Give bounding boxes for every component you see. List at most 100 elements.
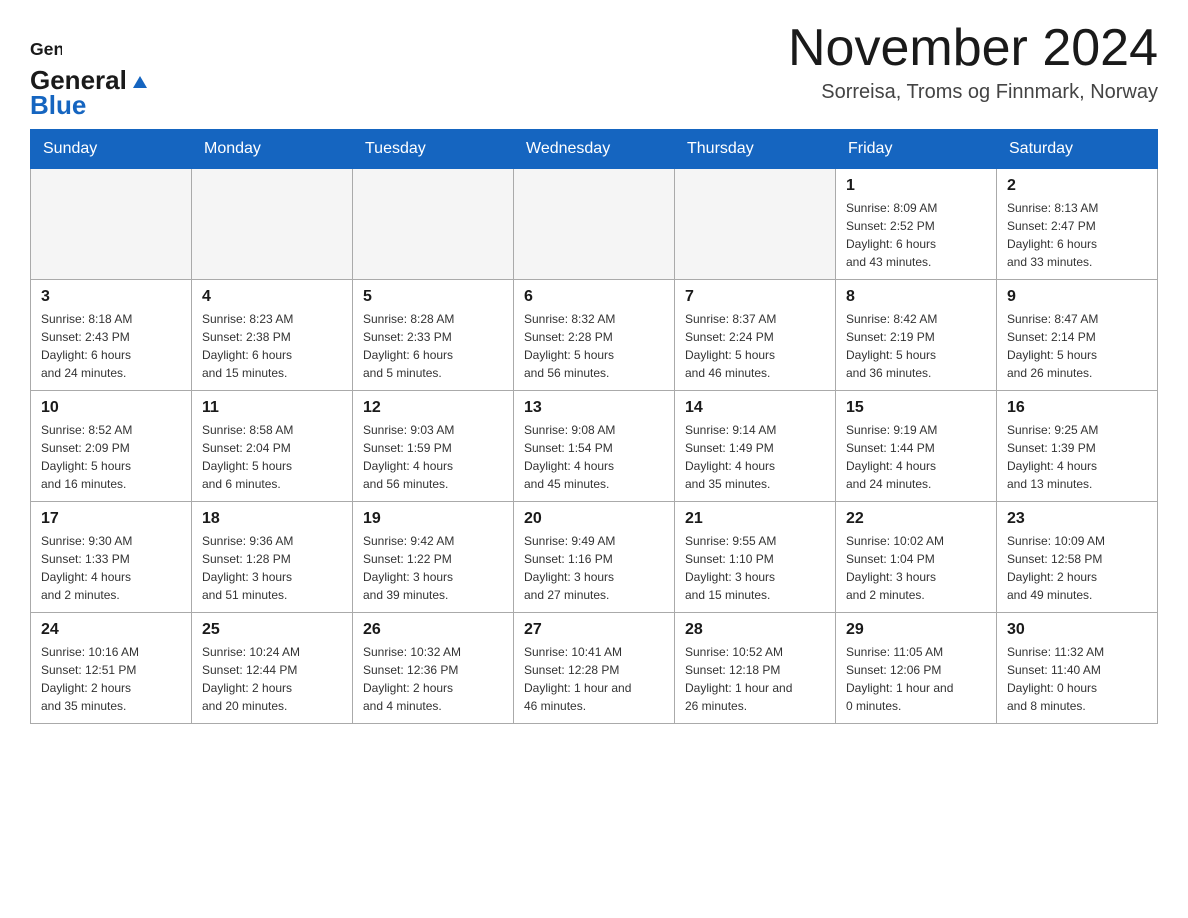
day-number: 28 (685, 621, 825, 639)
day-info: Sunrise: 10:32 AM Sunset: 12:36 PM Dayli… (363, 643, 503, 715)
calendar-cell (192, 169, 353, 280)
day-info: Sunrise: 8:32 AM Sunset: 2:28 PM Dayligh… (524, 310, 664, 382)
weekday-header-friday: Friday (836, 130, 997, 169)
logo-blue-text: Blue (30, 91, 149, 120)
day-number: 26 (363, 621, 503, 639)
day-number: 27 (524, 621, 664, 639)
calendar-cell: 28 Sunrise: 10:52 AM Sunset: 12:18 PM Day… (675, 613, 836, 724)
day-info: Sunrise: 9:30 AM Sunset: 1:33 PM Dayligh… (41, 532, 181, 604)
weekday-header-sunday: Sunday (31, 130, 192, 169)
calendar-cell: 23 Sunrise: 10:09 AM Sunset: 12:58 PM Day… (997, 502, 1158, 613)
calendar-cell: 19 Sunrise: 9:42 AM Sunset: 1:22 PM Dayli… (353, 502, 514, 613)
day-number: 19 (363, 510, 503, 528)
day-number: 29 (846, 621, 986, 639)
calendar-cell: 24 Sunrise: 10:16 AM Sunset: 12:51 PM Day… (31, 613, 192, 724)
location-subtitle: Sorreisa, Troms og Finnmark, Norway (788, 81, 1158, 104)
day-number: 18 (202, 510, 342, 528)
calendar-cell: 6Sunrise: 8:32 AM Sunset: 2:28 PM Daylig… (514, 280, 675, 391)
day-number: 24 (41, 621, 181, 639)
weekday-header-monday: Monday (192, 130, 353, 169)
day-info: Sunrise: 8:37 AM Sunset: 2:24 PM Dayligh… (685, 310, 825, 382)
title-area: November 2024 Sorreisa, Troms og Finnmar… (788, 20, 1158, 104)
week-row-5: 24 Sunrise: 10:16 AM Sunset: 12:51 PM Day… (31, 613, 1158, 724)
day-number: 30 (1007, 621, 1147, 639)
calendar-cell: 7 Sunrise: 8:37 AM Sunset: 2:24 PM Daylig… (675, 280, 836, 391)
calendar-cell: 17 Sunrise: 9:30 AM Sunset: 1:33 PM Dayli… (31, 502, 192, 613)
day-info: Sunrise: 9:19 AM Sunset: 1:44 PM Dayligh… (846, 421, 986, 493)
calendar-cell: 25 Sunrise: 10:24 AM Sunset: 12:44 PM Day… (192, 613, 353, 724)
day-info: Sunrise: 9:08 AM Sunset: 1:54 PM Dayligh… (524, 421, 664, 493)
calendar-cell: 15 Sunrise: 9:19 AM Sunset: 1:44 PM Dayli… (836, 391, 997, 502)
calendar-cell: 30 Sunrise: 11:32 AM Sunset: 11:40 AM Day… (997, 613, 1158, 724)
day-number: 14 (685, 399, 825, 417)
day-info: Sunrise: 10:41 AM Sunset: 12:28 PM Dayli… (524, 643, 664, 715)
day-number: 15 (846, 399, 986, 417)
weekday-header-wednesday: Wednesday (514, 130, 675, 169)
calendar-cell (353, 169, 514, 280)
calendar-cell: 27 Sunrise: 10:41 AM Sunset: 12:28 PM Day… (514, 613, 675, 724)
day-info: Sunrise: 9:03 AM Sunset: 1:59 PM Dayligh… (363, 421, 503, 493)
day-number: 7 (685, 288, 825, 306)
day-info: Sunrise: 8:58 AM Sunset: 2:04 PM Dayligh… (202, 421, 342, 493)
day-info: Sunrise: 10:02 AM Sunset: 1:04 PM Daylig… (846, 532, 986, 604)
calendar-cell (675, 169, 836, 280)
calendar-cell: 16Sunrise: 9:25 AM Sunset: 1:39 PM Dayli… (997, 391, 1158, 502)
day-number: 10 (41, 399, 181, 417)
logo: General General Blue (30, 20, 149, 119)
day-info: Sunrise: 11:05 AM Sunset: 12:06 PM Dayli… (846, 643, 986, 715)
day-number: 5 (363, 288, 503, 306)
logo-icon: General (30, 34, 62, 66)
logo-triangle-icon (131, 72, 149, 90)
calendar-cell: 14 Sunrise: 9:14 AM Sunset: 1:49 PM Dayli… (675, 391, 836, 502)
calendar-cell: 4Sunrise: 8:23 AM Sunset: 2:38 PM Daylig… (192, 280, 353, 391)
calendar-cell: 12Sunrise: 9:03 AM Sunset: 1:59 PM Dayli… (353, 391, 514, 502)
day-info: Sunrise: 10:16 AM Sunset: 12:51 PM Dayli… (41, 643, 181, 715)
weekday-header-tuesday: Tuesday (353, 130, 514, 169)
week-row-1: 1Sunrise: 8:09 AM Sunset: 2:52 PM Daylig… (31, 169, 1158, 280)
day-info: Sunrise: 9:49 AM Sunset: 1:16 PM Dayligh… (524, 532, 664, 604)
day-info: Sunrise: 9:25 AM Sunset: 1:39 PM Dayligh… (1007, 421, 1147, 493)
weekday-header-saturday: Saturday (997, 130, 1158, 169)
day-number: 17 (41, 510, 181, 528)
day-info: Sunrise: 10:09 AM Sunset: 12:58 PM Dayli… (1007, 532, 1147, 604)
day-info: Sunrise: 8:13 AM Sunset: 2:47 PM Dayligh… (1007, 199, 1147, 271)
calendar-cell: 5 Sunrise: 8:28 AM Sunset: 2:33 PM Daylig… (353, 280, 514, 391)
day-number: 1 (846, 177, 986, 195)
calendar-cell (31, 169, 192, 280)
calendar-cell: 13Sunrise: 9:08 AM Sunset: 1:54 PM Dayli… (514, 391, 675, 502)
calendar-cell: 3Sunrise: 8:18 AM Sunset: 2:43 PM Daylig… (31, 280, 192, 391)
week-row-4: 17 Sunrise: 9:30 AM Sunset: 1:33 PM Dayli… (31, 502, 1158, 613)
calendar-cell: 9Sunrise: 8:47 AM Sunset: 2:14 PM Daylig… (997, 280, 1158, 391)
day-info: Sunrise: 8:47 AM Sunset: 2:14 PM Dayligh… (1007, 310, 1147, 382)
calendar-cell: 26 Sunrise: 10:32 AM Sunset: 12:36 PM Day… (353, 613, 514, 724)
svg-text:General: General (30, 39, 62, 59)
day-number: 8 (846, 288, 986, 306)
calendar-cell: 11Sunrise: 8:58 AM Sunset: 2:04 PM Dayli… (192, 391, 353, 502)
day-number: 21 (685, 510, 825, 528)
calendar-cell: 29 Sunrise: 11:05 AM Sunset: 12:06 PM Day… (836, 613, 997, 724)
day-info: Sunrise: 9:42 AM Sunset: 1:22 PM Dayligh… (363, 532, 503, 604)
day-number: 2 (1007, 177, 1147, 195)
calendar-cell (514, 169, 675, 280)
day-info: Sunrise: 10:24 AM Sunset: 12:44 PM Dayli… (202, 643, 342, 715)
weekday-header-row: SundayMondayTuesdayWednesdayThursdayFrid… (31, 130, 1158, 169)
calendar-cell: 20 Sunrise: 9:49 AM Sunset: 1:16 PM Dayli… (514, 502, 675, 613)
day-info: Sunrise: 11:32 AM Sunset: 11:40 AM Dayli… (1007, 643, 1147, 715)
day-info: Sunrise: 8:28 AM Sunset: 2:33 PM Dayligh… (363, 310, 503, 382)
day-number: 20 (524, 510, 664, 528)
day-number: 4 (202, 288, 342, 306)
calendar-cell: 1Sunrise: 8:09 AM Sunset: 2:52 PM Daylig… (836, 169, 997, 280)
day-info: Sunrise: 8:18 AM Sunset: 2:43 PM Dayligh… (41, 310, 181, 382)
week-row-3: 10Sunrise: 8:52 AM Sunset: 2:09 PM Dayli… (31, 391, 1158, 502)
day-info: Sunrise: 9:55 AM Sunset: 1:10 PM Dayligh… (685, 532, 825, 604)
calendar-cell: 18Sunrise: 9:36 AM Sunset: 1:28 PM Dayli… (192, 502, 353, 613)
day-info: Sunrise: 10:52 AM Sunset: 12:18 PM Dayli… (685, 643, 825, 715)
day-info: Sunrise: 9:14 AM Sunset: 1:49 PM Dayligh… (685, 421, 825, 493)
week-row-2: 3Sunrise: 8:18 AM Sunset: 2:43 PM Daylig… (31, 280, 1158, 391)
day-number: 25 (202, 621, 342, 639)
calendar-cell: 21 Sunrise: 9:55 AM Sunset: 1:10 PM Dayli… (675, 502, 836, 613)
calendar-table: SundayMondayTuesdayWednesdayThursdayFrid… (30, 129, 1158, 724)
calendar-cell: 10Sunrise: 8:52 AM Sunset: 2:09 PM Dayli… (31, 391, 192, 502)
page-header: General General Blue November 2024 Sorre… (30, 20, 1158, 119)
day-number: 23 (1007, 510, 1147, 528)
